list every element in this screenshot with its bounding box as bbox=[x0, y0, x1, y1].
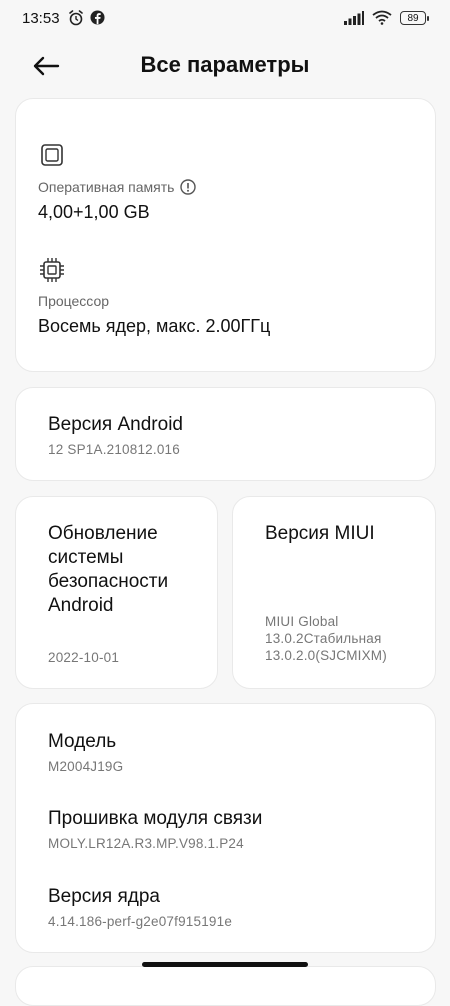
baseband-title: Прошивка модуля связи bbox=[48, 808, 263, 829]
processor-chip-icon bbox=[40, 258, 64, 282]
hardware-card: Оперативная память 4,00+1,00 GB Процессо… bbox=[15, 98, 436, 372]
alarm-icon bbox=[69, 10, 83, 26]
ram-label-text: Оперативная память bbox=[38, 179, 175, 195]
kernel-title: Версия ядра bbox=[48, 886, 160, 907]
miui-version-card[interactable]: Версия MIUI MIUI Global 13.0.2Стабильная… bbox=[232, 496, 436, 689]
security-title-line: Обновление bbox=[48, 523, 158, 544]
security-title-line: Android bbox=[48, 595, 114, 616]
miui-value-line: MIUI Global bbox=[265, 614, 339, 629]
status-bar: 13:53 89 bbox=[0, 0, 450, 38]
header: Все параметры bbox=[0, 44, 450, 88]
info-icon[interactable] bbox=[180, 179, 197, 195]
security-update-card[interactable]: Обновление системы безопасности Android … bbox=[15, 496, 218, 689]
security-title-line: системы bbox=[48, 547, 124, 568]
model-title: Модель bbox=[48, 731, 117, 752]
android-version-title: Версия Android bbox=[48, 414, 183, 435]
signal-icon bbox=[344, 10, 364, 25]
ram-value: 4,00+1,00 GB bbox=[38, 202, 150, 222]
battery-indicator: 89 bbox=[400, 10, 429, 25]
status-left-icons bbox=[68, 10, 105, 26]
cpu-label: Процессор bbox=[38, 293, 110, 309]
android-version-value: 12 SP1A.210812.016 bbox=[48, 442, 180, 457]
miui-version-title: Версия MIUI bbox=[265, 523, 375, 544]
android-version-card[interactable]: Версия Android 12 SP1A.210812.016 bbox=[15, 387, 436, 481]
memory-chip-icon bbox=[41, 144, 63, 166]
security-title-line: безопасности bbox=[48, 571, 169, 592]
miui-version-value: MIUI Global 13.0.2Стабильная 13.0.2.0(SJ… bbox=[265, 613, 387, 664]
cpu-value: Восемь ядер, макс. 2.00ГГц bbox=[38, 316, 271, 336]
status-right: 89 bbox=[344, 10, 429, 25]
home-indicator[interactable] bbox=[142, 962, 308, 967]
page-title: Все параметры bbox=[140, 52, 310, 77]
miui-value-line: 13.0.2.0(SJCMIXM) bbox=[265, 648, 387, 663]
security-update-title: Обновление системы безопасности Android bbox=[48, 522, 168, 618]
miui-value-line: 13.0.2Стабильная bbox=[265, 631, 382, 646]
baseband-value: MOLY.LR12A.R3.MP.V98.1.P24 bbox=[48, 836, 244, 851]
security-update-value: 2022-10-01 bbox=[48, 650, 120, 665]
wifi-icon bbox=[372, 10, 392, 25]
model-value: M2004J19G bbox=[48, 759, 124, 774]
status-time: 13:53 bbox=[22, 10, 60, 27]
facebook-icon bbox=[90, 10, 105, 25]
device-details-card: Модель M2004J19G Прошивка модуля связи M… bbox=[15, 703, 436, 953]
ram-label: Оперативная память bbox=[38, 179, 197, 195]
kernel-value: 4.14.186-perf-g2e07f915191e bbox=[48, 914, 233, 929]
next-card-partial bbox=[15, 966, 436, 1006]
